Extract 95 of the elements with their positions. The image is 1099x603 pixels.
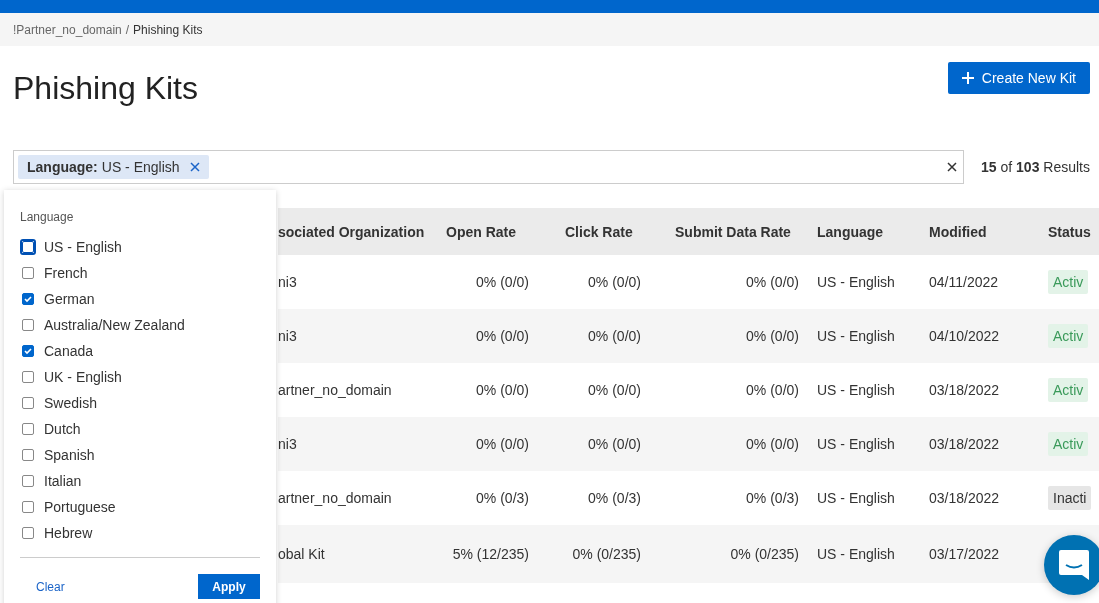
- table-cell-text: 04/10/2022: [928, 328, 1001, 344]
- checkbox[interactable]: [22, 293, 34, 305]
- column-header[interactable]: Click Rate: [545, 223, 655, 240]
- chip-value: US - English: [101, 159, 180, 175]
- option-label[interactable]: Portuguese: [44, 499, 116, 515]
- column-header[interactable]: Status: [1040, 223, 1099, 240]
- status-badge: Inacti: [1048, 486, 1092, 510]
- table-cell-text: 0% (0/3): [745, 490, 800, 506]
- breadcrumb-separator: /: [125, 22, 130, 37]
- table-cell-text: 03/18/2022: [928, 490, 1001, 506]
- breadcrumb-current: Phishing Kits: [133, 22, 203, 37]
- checkbox[interactable]: [22, 501, 34, 513]
- table-cell-text: obal Kit: [278, 546, 326, 562]
- clear-link[interactable]: Clear: [36, 579, 65, 594]
- checkbox[interactable]: [22, 475, 34, 487]
- option-label[interactable]: Swedish: [44, 395, 97, 411]
- chat-button[interactable]: [1044, 535, 1099, 595]
- breadcrumb-link[interactable]: !Partner_no_domain: [13, 22, 122, 37]
- table-cell-text: 0% (0/3): [587, 490, 642, 506]
- column-header[interactable]: sociated Organization: [278, 223, 430, 240]
- status-badge: Activ: [1048, 378, 1089, 402]
- table-row[interactable]: artner_no_domain 0% (0/0) 0% (0/0) 0% (0/0) US - English 03/18/2022 Activ: [278, 363, 1099, 417]
- option-label[interactable]: Dutch: [44, 421, 81, 437]
- option-label[interactable]: Canada: [44, 343, 94, 359]
- table-cell-text: 0% (0/0): [745, 436, 800, 452]
- column-header[interactable]: Submit Data Rate: [655, 223, 815, 240]
- checkbox[interactable]: [22, 241, 34, 253]
- column-header[interactable]: Open Rate: [430, 223, 545, 240]
- table-cell-text: US - English: [816, 546, 896, 562]
- option-label[interactable]: Hebrew: [44, 525, 93, 541]
- table-cell-text: 0% (0/0): [745, 328, 800, 344]
- option-label[interactable]: German: [44, 291, 95, 307]
- filter-field[interactable]: Language: US - English: [13, 150, 964, 184]
- table-row[interactable]: ni3 0% (0/0) 0% (0/0) 0% (0/0) US - English 03/18/2022 Activ: [278, 417, 1099, 471]
- option-label[interactable]: Italian: [44, 473, 82, 489]
- table-cell-text: artner_no_domain: [278, 382, 393, 398]
- table-cell-text: 03/18/2022: [928, 436, 1001, 452]
- option-label[interactable]: French: [44, 265, 88, 281]
- checkbox[interactable]: [22, 397, 34, 409]
- table-cell-text: 0% (0/235): [729, 546, 800, 562]
- checkbox[interactable]: [22, 319, 34, 331]
- option-label[interactable]: Australia/New Zealand: [44, 317, 185, 333]
- checkbox[interactable]: [22, 423, 34, 435]
- plus-icon: [961, 72, 974, 84]
- table-cell-text: US - English: [816, 436, 896, 452]
- table-cell-text: 0% (0/235): [571, 546, 642, 562]
- table-cell-text: 0% (0/0): [587, 274, 642, 290]
- table-cell-text: 0% (0/0): [587, 328, 642, 344]
- table-cell-text: US - English: [816, 382, 896, 398]
- page-title: Phishing Kits: [13, 70, 198, 107]
- checkbox[interactable]: [22, 267, 34, 279]
- table-cell-text: 0% (0/3): [475, 490, 530, 506]
- table-cell-text: 03/17/2022: [928, 546, 1001, 562]
- remove-chip-icon[interactable]: [189, 162, 200, 172]
- table-cell-text: 0% (0/0): [475, 436, 530, 452]
- table-cell-text: ni3: [278, 328, 298, 344]
- table-row[interactable]: artner_no_domain 0% (0/3) 0% (0/3) 0% (0/3) US - English 03/18/2022 Inacti: [278, 471, 1099, 525]
- table-row[interactable]: obal Kit 5% (12/235) 0% (0/235) 0% (0/235) US - English 03/17/2022: [278, 525, 1099, 583]
- status-badge: Activ: [1048, 432, 1089, 456]
- table-cell-text: 0% (0/0): [587, 382, 642, 398]
- table-cell-text: US - English: [816, 490, 896, 506]
- column-header[interactable]: Language: [815, 223, 927, 240]
- option-label[interactable]: US - English: [44, 239, 122, 255]
- table-row[interactable]: ni3 0% (0/0) 0% (0/0) 0% (0/0) US - English 04/11/2022 Activ: [278, 255, 1099, 309]
- checkbox[interactable]: [22, 345, 34, 357]
- option-label[interactable]: Spanish: [44, 447, 95, 463]
- chip-label: Language:: [27, 159, 98, 175]
- table-cell-text: 0% (0/0): [587, 436, 642, 452]
- status-badge: Activ: [1048, 324, 1089, 348]
- table-cell-text: 0% (0/0): [745, 274, 800, 290]
- checkbox[interactable]: [22, 371, 34, 383]
- results-count: 15 of 103 Results: [981, 159, 1090, 175]
- apply-button[interactable]: Apply: [198, 574, 260, 599]
- table-cell-text: 0% (0/0): [475, 274, 530, 290]
- table-cell-text: 0% (0/0): [475, 382, 530, 398]
- clear-icon[interactable]: [947, 162, 957, 172]
- dropdown-heading: Language: [20, 210, 75, 224]
- table-cell-text: US - English: [816, 274, 896, 290]
- table-cell-text: 04/11/2022: [928, 274, 1000, 290]
- table-cell-text: artner_no_domain: [278, 490, 393, 506]
- column-header[interactable]: Modified: [927, 223, 1040, 240]
- table-row[interactable]: ni3 0% (0/0) 0% (0/0) 0% (0/0) US - English 04/10/2022 Activ: [278, 309, 1099, 363]
- checkbox[interactable]: [22, 449, 34, 461]
- chat-icon: [1057, 548, 1091, 582]
- table-cell-text: ni3: [278, 436, 298, 452]
- option-label[interactable]: UK - English: [44, 369, 122, 385]
- create-new-kit-button[interactable]: Create New Kit: [947, 62, 1090, 94]
- table-cell-text: ni3: [278, 274, 298, 290]
- checkbox[interactable]: [22, 527, 34, 539]
- table-cell-text: 0% (0/0): [745, 382, 800, 398]
- table-cell-text: 03/18/2022: [928, 382, 1001, 398]
- table-cell-text: US - English: [816, 328, 896, 344]
- table-cell-text: 5% (12/235): [451, 546, 530, 562]
- table-cell-text: 0% (0/0): [475, 328, 530, 344]
- status-badge: Activ: [1048, 270, 1089, 294]
